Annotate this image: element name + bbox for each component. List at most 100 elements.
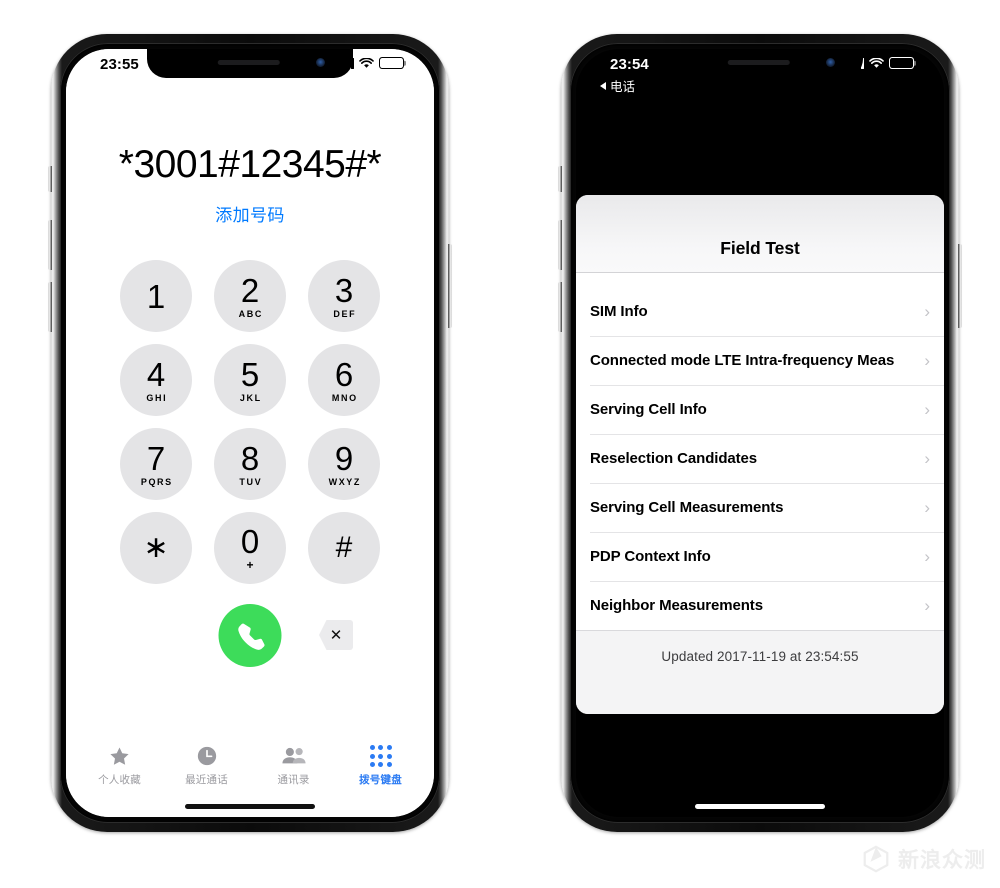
chevron-right-icon: › xyxy=(924,301,930,321)
field-test-row[interactable]: Connected mode LTE Intra-frequency Meas › xyxy=(576,336,944,385)
dialpad-key-0[interactable]: 0 + xyxy=(214,512,286,584)
field-test-row-label: Connected mode LTE Intra-frequency Meas xyxy=(590,352,895,369)
back-triangle-icon xyxy=(600,81,606,90)
contacts-people-icon xyxy=(281,744,307,768)
field-test-row[interactable]: PDP Context Info › xyxy=(576,532,944,581)
dialpad-key-6[interactable]: 6 MNO xyxy=(308,344,380,416)
field-test-title: Field Test xyxy=(720,238,800,258)
chevron-right-icon: › xyxy=(924,595,930,615)
dialpad-key-letters: JKL xyxy=(239,392,262,403)
field-test-row[interactable]: Neighbor Measurements › xyxy=(576,581,944,630)
tab-contacts-label: 通讯录 xyxy=(277,774,310,786)
dialpad-key-letters: + xyxy=(246,557,254,572)
earpiece-speaker-icon xyxy=(217,60,280,65)
volume-up-button-right[interactable] xyxy=(558,220,562,270)
delete-x-glyph: ✕ xyxy=(329,627,343,644)
dialpad-key-digit: 8 xyxy=(240,439,260,477)
screen-right: 23:54 电话 Field Test SIM Info › Connected… xyxy=(576,49,944,817)
phone-handset-icon xyxy=(237,623,265,650)
dialpad-key-1[interactable]: 1 xyxy=(120,260,192,332)
dialpad-key-digit: 2 xyxy=(240,271,260,309)
tab-favorites[interactable]: 个人收藏 xyxy=(84,744,156,787)
status-bar-time: 23:55 xyxy=(100,56,139,73)
tab-keypad[interactable]: 拨号键盘 xyxy=(345,744,417,787)
dialpad-key-letters: DEF xyxy=(333,308,357,319)
silence-switch-button-right[interactable] xyxy=(558,166,562,192)
field-test-row-label: PDP Context Info xyxy=(590,548,711,565)
screen-left: 23:55 *3001#12345#* 添加号码 1 2 ABC 3 DEF 4… xyxy=(66,49,434,817)
iphone-device-right: 23:54 电话 Field Test SIM Info › Connected… xyxy=(558,34,962,832)
star-icon xyxy=(108,744,131,768)
chevron-right-icon: › xyxy=(924,448,930,468)
dialpad-key-2[interactable]: 2 ABC xyxy=(214,260,286,332)
dialer-action-row: ✕ xyxy=(66,604,434,668)
call-button[interactable] xyxy=(218,604,282,667)
volume-down-button[interactable] xyxy=(48,282,52,332)
dialpad-key-digit: 1 xyxy=(146,277,166,315)
dialpad-key-letters: WXYZ xyxy=(328,476,361,487)
field-test-row-label: Reselection Candidates xyxy=(590,450,758,467)
dialpad-key-7[interactable]: 7 PQRS xyxy=(120,428,192,500)
dialpad-key-3[interactable]: 3 DEF xyxy=(308,260,380,332)
chevron-right-icon: › xyxy=(924,497,930,517)
device-bezel-right: 23:54 电话 Field Test SIM Info › Connected… xyxy=(570,43,950,823)
dialpad-keypad: 1 2 ABC 3 DEF 4 GHI 5 JKL 6 MNO 7 PQRS 8 TUV 9 WXYZ ∗ 0 + # xyxy=(66,260,434,584)
dialed-number-display[interactable]: *3001#12345#* xyxy=(66,145,434,184)
volume-up-button[interactable] xyxy=(48,220,52,270)
dialpad-key-5[interactable]: 5 JKL xyxy=(214,344,286,416)
dialpad-key-digit: 7 xyxy=(146,439,166,477)
device-bezel-left: 23:55 *3001#12345#* 添加号码 1 2 ABC 3 DEF 4… xyxy=(60,43,440,823)
volume-down-button-right[interactable] xyxy=(558,282,562,332)
screenshot-canvas: 23:55 *3001#12345#* 添加号码 1 2 ABC 3 DEF 4… xyxy=(0,0,1000,888)
dialpad-key-letters: TUV xyxy=(239,476,263,487)
dialpad-key-letters: MNO xyxy=(331,392,358,403)
dialpad-key-digit: # xyxy=(335,531,353,564)
phone-dialer-screen: *3001#12345#* 添加号码 1 2 ABC 3 DEF 4 GHI 5 JKL 6 MNO… xyxy=(66,49,434,817)
field-test-row[interactable]: SIM Info › xyxy=(576,287,944,336)
front-camera-icon xyxy=(316,58,325,67)
dialer-tab-bar: 个人收藏 最近通话 通讯录 拨号键盘 xyxy=(66,744,434,787)
keypad-dots-icon xyxy=(369,744,392,768)
delete-backspace-button[interactable]: ✕ xyxy=(319,620,353,650)
power-button-right[interactable] xyxy=(958,244,962,328)
dialpad-key-digit: 6 xyxy=(334,355,354,393)
dialpad-key-9[interactable]: 9 WXYZ xyxy=(308,428,380,500)
chevron-right-icon: › xyxy=(924,546,930,566)
dialpad-key-8[interactable]: 8 TUV xyxy=(214,428,286,500)
dialpad-key-digit: 4 xyxy=(146,355,166,393)
wifi-icon-right xyxy=(869,57,884,69)
home-indicator-left[interactable] xyxy=(185,804,315,809)
field-test-header: Field Test xyxy=(576,195,944,273)
field-test-updated-text: Updated 2017-11-19 at 23:54:55 xyxy=(661,649,859,664)
home-indicator-right[interactable] xyxy=(695,804,825,809)
field-test-card: Field Test SIM Info › Connected mode LTE I… xyxy=(576,195,944,714)
dialpad-key-digit: 9 xyxy=(334,439,354,477)
watermark: 新浪众测 xyxy=(861,844,986,874)
dialpad-key-4[interactable]: 4 GHI xyxy=(120,344,192,416)
back-link-label: 电话 xyxy=(610,80,636,94)
dialpad-key-letters: ABC xyxy=(238,308,263,319)
dialpad-key-hash[interactable]: # xyxy=(308,512,380,584)
power-button[interactable] xyxy=(448,244,452,328)
clock-icon xyxy=(196,744,218,768)
iphone-device-left: 23:55 *3001#12345#* 添加号码 1 2 ABC 3 DEF 4… xyxy=(48,34,452,832)
notch-right xyxy=(657,49,863,78)
field-test-row[interactable]: Serving Cell Measurements › xyxy=(576,483,944,532)
battery-full-icon-right xyxy=(889,57,914,69)
dialpad-key-star[interactable]: ∗ xyxy=(120,512,192,584)
dialpad-key-digit: 5 xyxy=(240,355,260,393)
tab-recents[interactable]: 最近通话 xyxy=(171,744,243,787)
field-test-row[interactable]: Reselection Candidates › xyxy=(576,434,944,483)
dialpad-key-digit: ∗ xyxy=(143,531,169,564)
back-to-phone-link[interactable]: 电话 xyxy=(600,76,635,95)
field-test-row-label: Serving Cell Info xyxy=(590,401,707,418)
earpiece-speaker-icon-right xyxy=(727,60,790,65)
tab-contacts[interactable]: 通讯录 xyxy=(258,744,330,787)
add-number-link[interactable]: 添加号码 xyxy=(66,201,434,226)
silence-switch-button[interactable] xyxy=(48,166,52,192)
dialpad-key-letters: PQRS xyxy=(140,476,173,487)
chevron-right-icon: › xyxy=(924,399,930,419)
field-test-row[interactable]: Serving Cell Info › xyxy=(576,385,944,434)
tab-recents-label: 最近通话 xyxy=(185,774,228,786)
dialpad-key-letters: GHI xyxy=(146,392,168,403)
